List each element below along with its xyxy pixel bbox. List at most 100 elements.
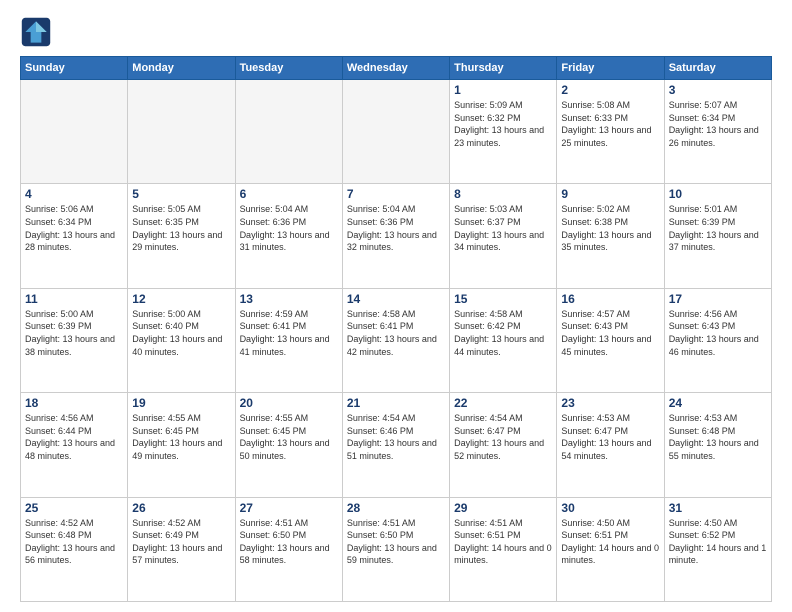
day-number: 4 [25, 187, 123, 201]
empty-cell [128, 80, 235, 184]
day-cell-27: 27Sunrise: 4:51 AMSunset: 6:50 PMDayligh… [235, 497, 342, 601]
day-number: 9 [561, 187, 659, 201]
week-row-3: 11 Sunrise: 5:00 AMSunset: 6:39 PMDayligh… [21, 288, 772, 392]
week-row-5: 25Sunrise: 4:52 AMSunset: 6:48 PMDayligh… [21, 497, 772, 601]
day-info: Sunrise: 4:57 AMSunset: 6:43 PMDaylight:… [561, 308, 659, 358]
day-cell-12: 12 Sunrise: 5:00 AMSunset: 6:40 PMDayligh… [128, 288, 235, 392]
day-number: 28 [347, 501, 445, 515]
day-number: 5 [132, 187, 230, 201]
day-number: 1 [454, 83, 552, 97]
day-cell-8: 8Sunrise: 5:03 AMSunset: 6:37 PMDaylight… [450, 184, 557, 288]
weekday-header-sunday: Sunday [21, 57, 128, 80]
day-cell-28: 28Sunrise: 4:51 AMSunset: 6:50 PMDayligh… [342, 497, 449, 601]
day-number: 20 [240, 396, 338, 410]
day-cell-25: 25Sunrise: 4:52 AMSunset: 6:48 PMDayligh… [21, 497, 128, 601]
day-info: Sunrise: 4:52 AMSunset: 6:49 PMDaylight:… [132, 517, 230, 567]
day-cell-7: 7 Sunrise: 5:04 AMSunset: 6:36 PMDaylight… [342, 184, 449, 288]
day-cell-11: 11 Sunrise: 5:00 AMSunset: 6:39 PMDayligh… [21, 288, 128, 392]
day-cell-5: 5 Sunrise: 5:05 AMSunset: 6:35 PMDaylight… [128, 184, 235, 288]
calendar-table: SundayMondayTuesdayWednesdayThursdayFrid… [20, 56, 772, 602]
day-number: 29 [454, 501, 552, 515]
day-number: 19 [132, 396, 230, 410]
weekday-header-saturday: Saturday [664, 57, 771, 80]
day-info: Sunrise: 4:51 AMSunset: 6:50 PMDaylight:… [240, 517, 338, 567]
day-info: Sunrise: 4:53 AMSunset: 6:47 PMDaylight:… [561, 412, 659, 462]
day-cell-31: 31Sunrise: 4:50 AMSunset: 6:52 PMDayligh… [664, 497, 771, 601]
day-cell-1: 1 Sunrise: 5:09 AMSunset: 6:32 PMDaylight… [450, 80, 557, 184]
day-number: 18 [25, 396, 123, 410]
day-number: 13 [240, 292, 338, 306]
day-number: 14 [347, 292, 445, 306]
day-info: Sunrise: 4:54 AMSunset: 6:46 PMDaylight:… [347, 412, 445, 462]
day-number: 22 [454, 396, 552, 410]
weekday-header-wednesday: Wednesday [342, 57, 449, 80]
day-info: Sunrise: 4:50 AMSunset: 6:51 PMDaylight:… [561, 517, 659, 567]
weekday-header-monday: Monday [128, 57, 235, 80]
day-number: 23 [561, 396, 659, 410]
day-cell-29: 29 Sunrise: 4:51 AMSunset: 6:51 PMDayligh… [450, 497, 557, 601]
weekday-header-thursday: Thursday [450, 57, 557, 80]
day-cell-13: 13 Sunrise: 4:59 AMSunset: 6:41 PMDayligh… [235, 288, 342, 392]
day-info: Sunrise: 5:06 AMSunset: 6:34 PMDaylight:… [25, 203, 123, 253]
day-cell-20: 20 Sunrise: 4:55 AMSunset: 6:45 PMDayligh… [235, 393, 342, 497]
empty-cell [21, 80, 128, 184]
day-info: Sunrise: 5:01 AMSunset: 6:39 PMDaylight:… [669, 203, 767, 253]
day-info: Sunrise: 4:58 AMSunset: 6:42 PMDaylight:… [454, 308, 552, 358]
day-cell-24: 24 Sunrise: 4:53 AMSunset: 6:48 PMDayligh… [664, 393, 771, 497]
day-cell-30: 30 Sunrise: 4:50 AMSunset: 6:51 PMDayligh… [557, 497, 664, 601]
day-info: Sunrise: 5:04 AMSunset: 6:36 PMDaylight:… [347, 203, 445, 253]
day-cell-6: 6Sunrise: 5:04 AMSunset: 6:36 PMDaylight… [235, 184, 342, 288]
week-row-1: 1 Sunrise: 5:09 AMSunset: 6:32 PMDaylight… [21, 80, 772, 184]
day-cell-26: 26Sunrise: 4:52 AMSunset: 6:49 PMDayligh… [128, 497, 235, 601]
day-cell-23: 23 Sunrise: 4:53 AMSunset: 6:47 PMDayligh… [557, 393, 664, 497]
day-info: Sunrise: 5:00 AMSunset: 6:40 PMDaylight:… [132, 308, 230, 358]
day-cell-9: 9 Sunrise: 5:02 AMSunset: 6:38 PMDaylight… [557, 184, 664, 288]
day-cell-15: 15 Sunrise: 4:58 AMSunset: 6:42 PMDayligh… [450, 288, 557, 392]
day-number: 3 [669, 83, 767, 97]
logo [20, 16, 56, 48]
day-info: Sunrise: 4:54 AMSunset: 6:47 PMDaylight:… [454, 412, 552, 462]
day-cell-14: 14Sunrise: 4:58 AMSunset: 6:41 PMDayligh… [342, 288, 449, 392]
weekday-header-tuesday: Tuesday [235, 57, 342, 80]
day-cell-21: 21Sunrise: 4:54 AMSunset: 6:46 PMDayligh… [342, 393, 449, 497]
day-info: Sunrise: 4:55 AMSunset: 6:45 PMDaylight:… [132, 412, 230, 462]
day-info: Sunrise: 5:07 AMSunset: 6:34 PMDaylight:… [669, 99, 767, 149]
day-number: 10 [669, 187, 767, 201]
day-number: 15 [454, 292, 552, 306]
day-info: Sunrise: 4:53 AMSunset: 6:48 PMDaylight:… [669, 412, 767, 462]
day-info: Sunrise: 5:02 AMSunset: 6:38 PMDaylight:… [561, 203, 659, 253]
day-number: 24 [669, 396, 767, 410]
day-info: Sunrise: 5:04 AMSunset: 6:36 PMDaylight:… [240, 203, 338, 253]
header [20, 16, 772, 48]
day-cell-4: 4 Sunrise: 5:06 AMSunset: 6:34 PMDaylight… [21, 184, 128, 288]
day-cell-17: 17Sunrise: 4:56 AMSunset: 6:43 PMDayligh… [664, 288, 771, 392]
day-cell-19: 19 Sunrise: 4:55 AMSunset: 6:45 PMDayligh… [128, 393, 235, 497]
empty-cell [342, 80, 449, 184]
day-number: 11 [25, 292, 123, 306]
day-info: Sunrise: 5:05 AMSunset: 6:35 PMDaylight:… [132, 203, 230, 253]
day-info: Sunrise: 4:52 AMSunset: 6:48 PMDaylight:… [25, 517, 123, 567]
day-cell-22: 22 Sunrise: 4:54 AMSunset: 6:47 PMDayligh… [450, 393, 557, 497]
logo-icon [20, 16, 52, 48]
day-info: Sunrise: 4:59 AMSunset: 6:41 PMDaylight:… [240, 308, 338, 358]
day-number: 7 [347, 187, 445, 201]
day-info: Sunrise: 5:09 AMSunset: 6:32 PMDaylight:… [454, 99, 552, 149]
day-number: 8 [454, 187, 552, 201]
day-cell-2: 2Sunrise: 5:08 AMSunset: 6:33 PMDaylight… [557, 80, 664, 184]
day-number: 16 [561, 292, 659, 306]
weekday-header-row: SundayMondayTuesdayWednesdayThursdayFrid… [21, 57, 772, 80]
day-info: Sunrise: 4:55 AMSunset: 6:45 PMDaylight:… [240, 412, 338, 462]
day-info: Sunrise: 4:56 AMSunset: 6:44 PMDaylight:… [25, 412, 123, 462]
day-cell-16: 16 Sunrise: 4:57 AMSunset: 6:43 PMDayligh… [557, 288, 664, 392]
week-row-4: 18 Sunrise: 4:56 AMSunset: 6:44 PMDayligh… [21, 393, 772, 497]
day-number: 12 [132, 292, 230, 306]
page: SundayMondayTuesdayWednesdayThursdayFrid… [0, 0, 792, 612]
day-cell-18: 18 Sunrise: 4:56 AMSunset: 6:44 PMDayligh… [21, 393, 128, 497]
day-info: Sunrise: 4:51 AMSunset: 6:51 PMDaylight:… [454, 517, 552, 567]
day-info: Sunrise: 5:00 AMSunset: 6:39 PMDaylight:… [25, 308, 123, 358]
empty-cell [235, 80, 342, 184]
day-cell-10: 10 Sunrise: 5:01 AMSunset: 6:39 PMDayligh… [664, 184, 771, 288]
day-number: 2 [561, 83, 659, 97]
weekday-header-friday: Friday [557, 57, 664, 80]
day-number: 30 [561, 501, 659, 515]
